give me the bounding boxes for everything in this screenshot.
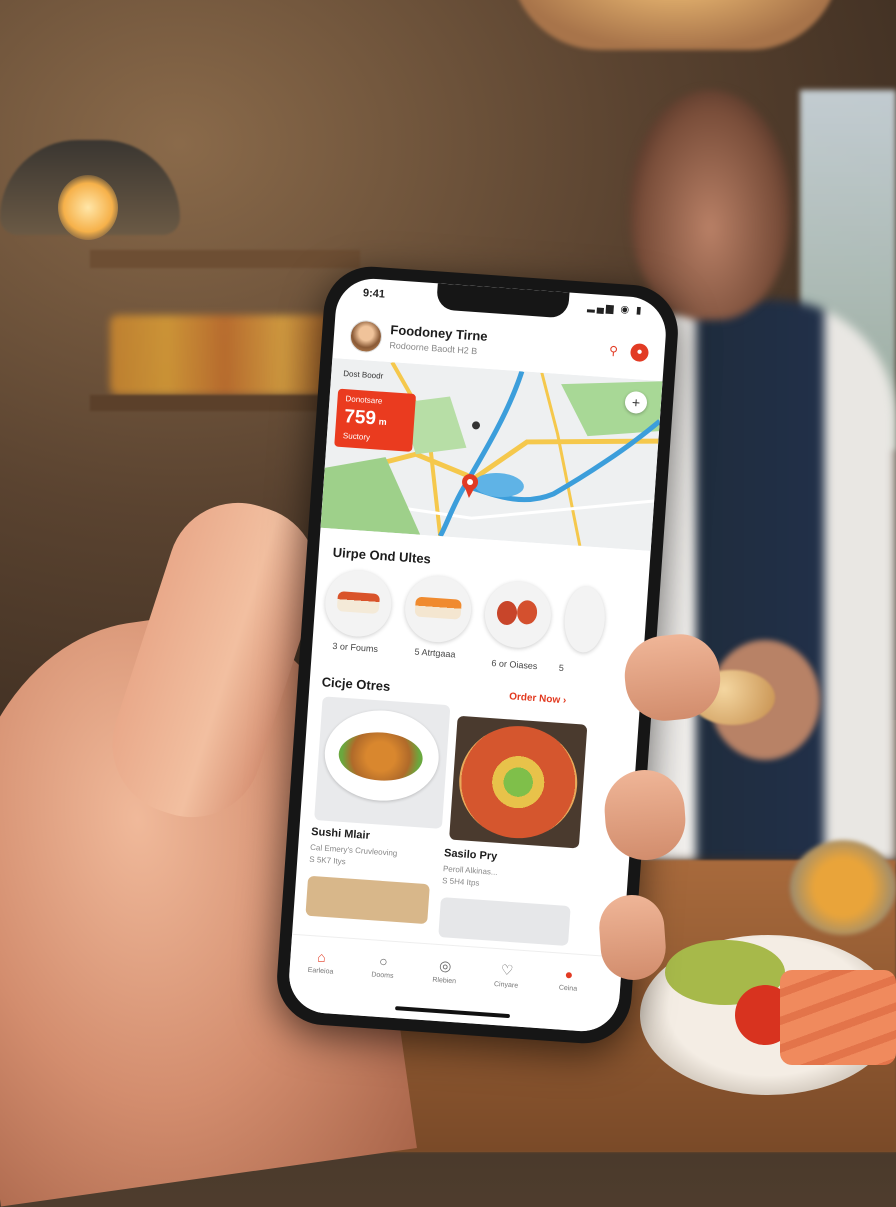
delivery-badge[interactable]: Donotsare 759 m Suctory xyxy=(334,388,417,452)
badge-bottom-text: Suctory xyxy=(342,431,371,442)
card-image-4[interactable] xyxy=(438,897,571,947)
plate-1 xyxy=(321,706,442,805)
tab-label-home: Earleioa xyxy=(307,966,334,976)
notch xyxy=(436,283,570,319)
tab-home[interactable]: ⌂ Earleioa xyxy=(295,947,347,976)
shelf xyxy=(90,250,360,268)
dumpling-image-b xyxy=(516,599,538,626)
badge-top-text: Donotsare xyxy=(345,394,383,406)
tab-search[interactable]: ○ Dooms xyxy=(357,951,409,980)
map-graphic xyxy=(320,358,663,551)
home-indicator[interactable] xyxy=(395,1006,511,1019)
card-meta-1: S 5K7 Itys xyxy=(309,854,347,867)
tab-label-favorites: Cinyare xyxy=(493,980,519,990)
salmon xyxy=(780,970,896,1065)
card-meta-2: S 5H4 Itps xyxy=(441,876,480,888)
section-title-categories: Uirpe Ond Ultes xyxy=(332,544,432,567)
status-icons: ▂▄▆ ◉ ▮ xyxy=(586,301,644,317)
card-image-1[interactable] xyxy=(314,696,451,829)
food-bowl xyxy=(790,840,896,935)
card-title-2: Sasilo Pry xyxy=(443,847,498,863)
tab-label-orders: Rlebien xyxy=(432,976,457,986)
location-pin-icon[interactable]: ⚲ xyxy=(604,341,623,360)
tab-profile[interactable]: ● Ceina xyxy=(543,964,595,993)
grilled-dish xyxy=(337,729,425,784)
lamp-bulb xyxy=(58,175,118,240)
bottom-tab-bar: ⌂ Earleioa ○ Dooms ◎ Rlebien ♡ Cinyare ●… xyxy=(286,933,623,1034)
badge-price-value: 759 xyxy=(343,406,377,430)
card-title-1: Sushi Mlair xyxy=(310,825,371,842)
tab-orders[interactable]: ◎ Rlebien xyxy=(419,956,471,986)
tab-favorites[interactable]: ♡ Cinyare xyxy=(481,960,533,990)
dish-label-3: 6 or Oiases xyxy=(491,658,538,672)
section-title-popular: Cicje Otres xyxy=(321,674,391,694)
home-icon: ⌂ xyxy=(316,948,327,966)
order-now-link[interactable]: Order Now › xyxy=(509,691,567,706)
notification-icon[interactable]: ● xyxy=(629,342,650,363)
badge-price: 759 m xyxy=(344,406,388,431)
search-icon: ○ xyxy=(378,952,389,970)
dish-label-2: 5 Atrtgaaa xyxy=(414,646,456,660)
profile-icon: ● xyxy=(564,965,574,983)
badge-unit: m xyxy=(378,416,388,428)
dish-item-2[interactable] xyxy=(402,573,474,645)
dish-item-4[interactable] xyxy=(562,585,607,654)
dish-label-1: 3 or Foums xyxy=(332,640,379,655)
sushi-roll-image xyxy=(336,591,381,615)
dish-label-4: 5 xyxy=(558,662,565,674)
jars xyxy=(110,315,340,395)
app-subtitle: Rodoorne Baodt H2 B xyxy=(389,340,478,357)
heart-icon: ♡ xyxy=(500,961,514,979)
card-image-3[interactable] xyxy=(305,875,430,925)
nigiri-image xyxy=(414,596,462,620)
tab-label-search: Dooms xyxy=(371,971,394,980)
pizza-image xyxy=(455,722,581,843)
status-time: 9:41 xyxy=(362,287,386,301)
card-image-2[interactable] xyxy=(449,715,588,849)
chef-head xyxy=(630,90,790,320)
tab-label-profile: Ceina xyxy=(558,984,578,993)
avatar[interactable] xyxy=(348,319,384,354)
dumpling-image-a xyxy=(496,600,518,626)
dish-item-1[interactable] xyxy=(323,568,394,639)
orders-icon: ◎ xyxy=(438,957,452,974)
delivery-map[interactable]: Dost Boodr Donotsare 759 m Suctory + xyxy=(320,358,663,551)
dish-item-3[interactable] xyxy=(482,579,554,650)
